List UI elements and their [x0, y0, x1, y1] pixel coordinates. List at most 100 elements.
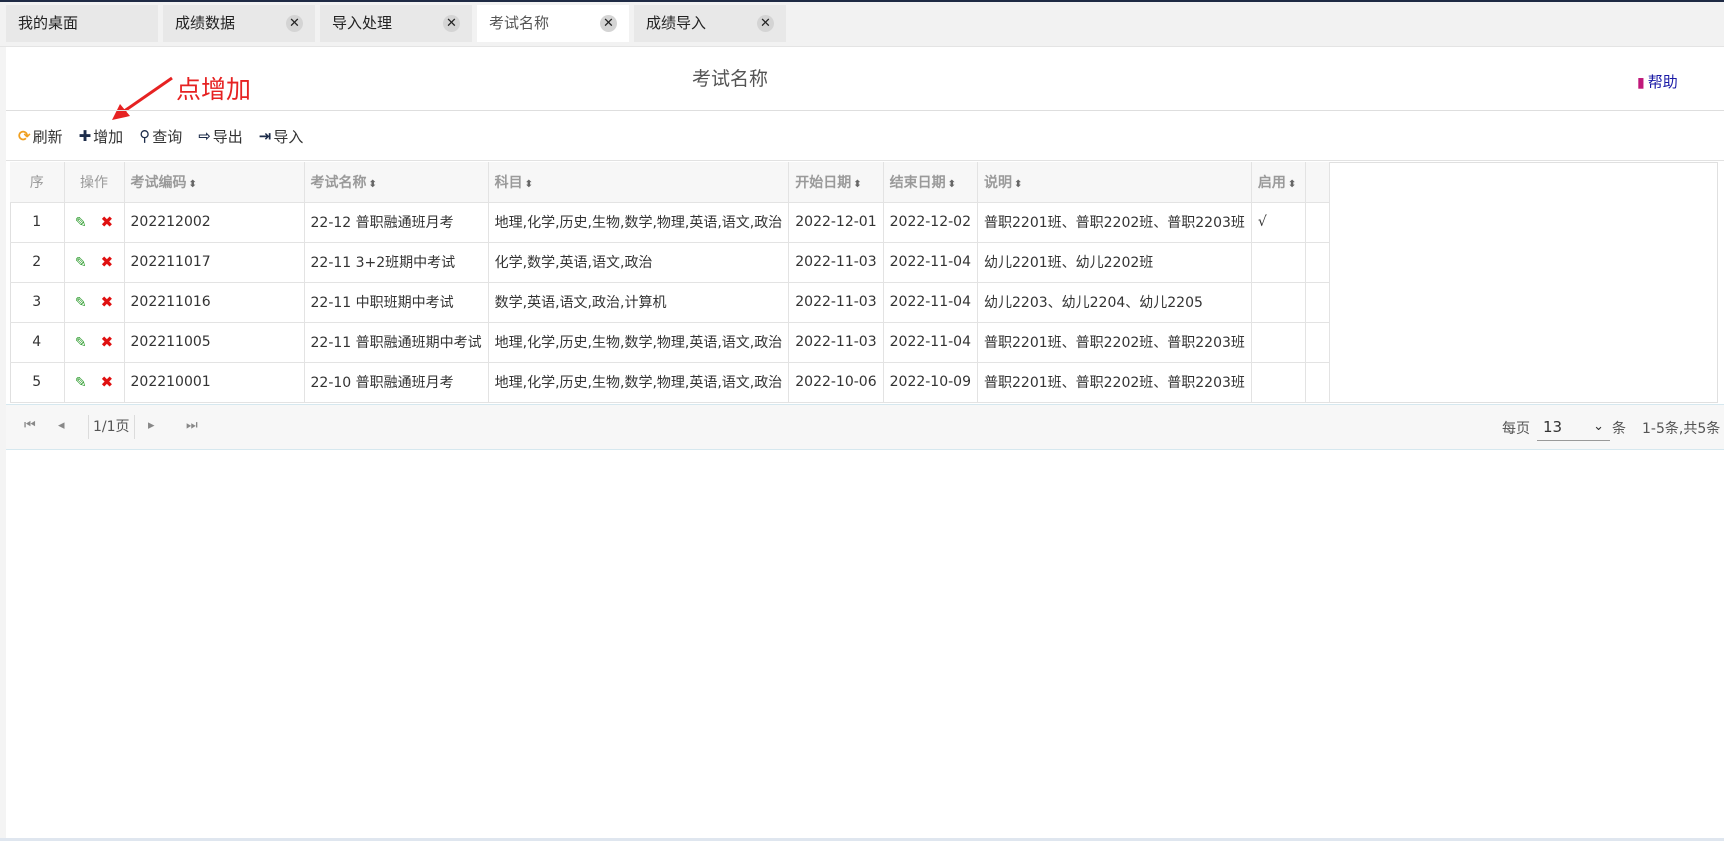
tab-score-import[interactable]: 成绩导入 ✕: [634, 5, 786, 42]
pencil-icon[interactable]: ✎: [75, 295, 87, 311]
pencil-icon[interactable]: ✎: [75, 215, 87, 231]
sort-icon[interactable]: ⬍: [525, 179, 533, 190]
book-icon: ▮: [1637, 75, 1645, 91]
pencil-icon[interactable]: ✎: [75, 255, 87, 271]
cell-name: 22-11 普职融通班期中考试: [304, 322, 489, 363]
cell-start: 2022-10-06: [788, 362, 884, 403]
cell-start: 2022-11-03: [788, 242, 884, 283]
sort-icon[interactable]: ⬍: [1014, 179, 1022, 190]
table-row[interactable]: 1 ✎ ✖ 202212002 22-12 普职融通班月考 地理,化学,历史,生物…: [10, 202, 1330, 243]
table-row[interactable]: 3 ✎ ✖ 202211016 22-11 中职班期中考试 数学,英语,语文,政治…: [10, 282, 1330, 323]
cell-name: 22-10 普职融通班月考: [304, 362, 489, 403]
cell-enabled: [1251, 322, 1306, 363]
import-button[interactable]: ⇥ 导入: [259, 126, 304, 147]
plus-icon: ✚: [78, 127, 92, 145]
chevron-down-icon: ⌄: [1593, 419, 1604, 434]
col-desc[interactable]: 说明 ⬍: [977, 162, 1252, 203]
cell-desc: 普职2201班、普职2202班、普职2203班: [977, 322, 1252, 363]
cell-end: 2022-10-09: [883, 362, 979, 403]
cell-desc: 普职2201班、普职2202班、普职2203班: [977, 202, 1252, 243]
col-enabled[interactable]: 启用 ⬍: [1251, 162, 1306, 203]
prev-page-icon[interactable]: ◂: [58, 418, 65, 433]
pencil-icon[interactable]: ✎: [75, 335, 87, 351]
close-icon[interactable]: ✕: [443, 15, 460, 32]
col-code[interactable]: 考试编码 ⬍: [124, 162, 305, 203]
cell-seq: 2: [10, 242, 65, 283]
col-name-label: 考试名称: [310, 174, 367, 191]
first-page-icon[interactable]: ⏮: [24, 418, 36, 433]
cell-desc: 幼儿2201班、幼儿2202班: [977, 242, 1252, 283]
cell-desc: 普职2201班、普职2202班、普职2203班: [977, 362, 1252, 403]
cell-ops: ✎ ✖: [64, 322, 125, 363]
tab-desktop[interactable]: 我的桌面: [6, 5, 158, 42]
export-label: 导出: [212, 127, 243, 146]
cell-enabled: √: [1251, 202, 1306, 243]
col-ops: 操作: [64, 162, 125, 203]
col-code-label: 考试编码: [130, 174, 187, 191]
per-page-unit: 条: [1612, 421, 1626, 437]
delete-x-icon[interactable]: ✖: [101, 253, 114, 271]
col-subjects[interactable]: 科目 ⬍: [488, 162, 790, 203]
close-icon[interactable]: ✕: [600, 15, 617, 32]
query-label: 查询: [152, 127, 183, 146]
close-icon[interactable]: ✕: [757, 15, 774, 32]
tab-score-data[interactable]: 成绩数据 ✕: [163, 5, 315, 42]
cell-subjects: 地理,化学,历史,生物,数学,物理,英语,语文,政治: [488, 322, 790, 363]
tab-label: 导入处理: [332, 14, 393, 32]
cell-code: 202211016: [124, 282, 305, 323]
cell-code: 202210001: [124, 362, 305, 403]
query-button[interactable]: ⚲ 查询: [139, 126, 182, 147]
annotation-arrow-icon: [112, 76, 173, 120]
delete-x-icon[interactable]: ✖: [101, 333, 114, 351]
close-icon[interactable]: ✕: [286, 15, 303, 32]
tab-exam-name[interactable]: 考试名称 ✕: [477, 5, 629, 42]
delete-x-icon[interactable]: ✖: [101, 293, 114, 311]
tab-label: 我的桌面: [18, 14, 79, 32]
header-divider: [6, 110, 1724, 111]
cell-seq: 3: [10, 282, 65, 323]
import-label: 导入: [273, 127, 304, 146]
table-row[interactable]: 4 ✎ ✖ 202211005 22-11 普职融通班期中考试 地理,化学,历史,…: [10, 322, 1330, 363]
refresh-label: 刷新: [32, 127, 63, 146]
cell-spacer: [1305, 242, 1330, 283]
cell-ops: ✎ ✖: [64, 282, 125, 323]
cell-end: 2022-11-04: [883, 322, 979, 363]
sort-icon[interactable]: ⬍: [369, 179, 377, 190]
col-start[interactable]: 开始日期 ⬍: [788, 162, 884, 203]
cell-spacer: [1305, 362, 1330, 403]
import-icon: ⇥: [258, 127, 272, 145]
cell-end: 2022-11-04: [883, 282, 979, 323]
sort-icon[interactable]: ⬍: [189, 179, 197, 190]
sort-icon[interactable]: ⬍: [948, 179, 956, 190]
last-page-icon[interactable]: ⏭: [186, 418, 198, 433]
next-page-icon[interactable]: ▸: [148, 418, 155, 433]
add-button[interactable]: ✚ 增加: [79, 126, 124, 147]
cell-spacer: [1305, 202, 1330, 243]
cell-enabled: [1251, 362, 1306, 403]
pencil-icon[interactable]: ✎: [75, 375, 87, 391]
delete-x-icon[interactable]: ✖: [101, 373, 114, 391]
per-page-select[interactable]: 13 ⌄: [1537, 413, 1610, 441]
col-enabled-label: 启用: [1257, 174, 1286, 191]
table-row[interactable]: 2 ✎ ✖ 202211017 22-11 3+2班期中考试 化学,数学,英语,语…: [10, 242, 1330, 283]
cell-name: 22-11 中职班期中考试: [304, 282, 489, 323]
refresh-icon: ⟳: [18, 127, 31, 145]
sort-icon[interactable]: ⬍: [853, 179, 861, 190]
toolbar: ⟳ 刷新 ✚ 增加 ⚲ 查询 ⇨ 导出 ⇥ 导入: [18, 124, 319, 148]
cell-code: 202211017: [124, 242, 305, 283]
search-icon: ⚲: [139, 127, 151, 145]
col-name[interactable]: 考试名称 ⬍: [304, 162, 489, 203]
cell-desc: 幼儿2203、幼儿2204、幼儿2205: [977, 282, 1252, 323]
export-button[interactable]: ⇨ 导出: [198, 126, 243, 147]
toolbar-divider: [6, 160, 1724, 161]
exam-table: 序 操作 考试编码 ⬍ 考试名称 ⬍ 科目 ⬍ 开始日期 ⬍ 结束日期 ⬍ 说明 ⬍ 启用 ⬍…: [10, 162, 1330, 403]
tab-import-processing[interactable]: 导入处理 ✕: [320, 5, 472, 42]
delete-x-icon[interactable]: ✖: [101, 213, 114, 231]
tab-label: 成绩导入: [646, 14, 707, 32]
cell-seq: 1: [10, 202, 65, 243]
sort-icon[interactable]: ⬍: [1288, 179, 1296, 190]
col-end[interactable]: 结束日期 ⬍: [883, 162, 979, 203]
table-row[interactable]: 5 ✎ ✖ 202210001 22-10 普职融通班月考 地理,化学,历史,生物…: [10, 362, 1330, 403]
help-link[interactable]: ▮ 帮助: [1637, 71, 1678, 92]
refresh-button[interactable]: ⟳ 刷新: [18, 126, 63, 147]
